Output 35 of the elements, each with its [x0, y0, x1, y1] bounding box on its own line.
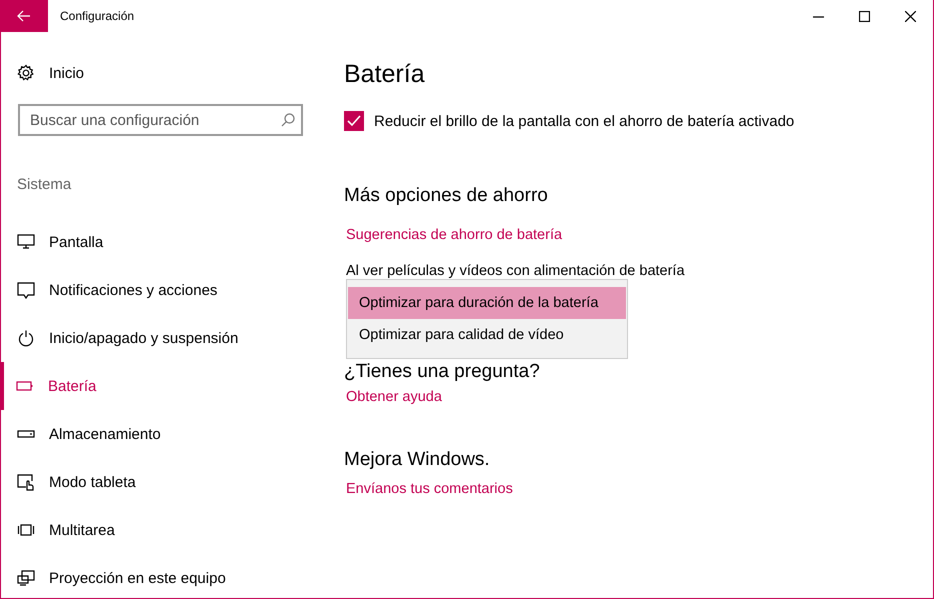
section-heading: Más opciones de ahorro: [344, 185, 549, 207]
home-link[interactable]: Inicio: [1, 63, 331, 83]
link[interactable]: Envíanos tus comentarios: [346, 481, 513, 497]
sidebar-item[interactable]: Inicio/apagado y suspensión: [1, 314, 331, 362]
speech-bubble-icon: [17, 281, 35, 299]
page-title: Batería: [344, 60, 426, 89]
section-heading: ¿Tienes una pregunta?: [344, 361, 541, 383]
checkmark-icon: [347, 115, 361, 127]
dropdown-label: Al ver películas y vídeos con alimentación de batería: [346, 263, 686, 279]
power-icon: [17, 329, 35, 347]
search-field[interactable]: Buscar una configuración: [18, 104, 303, 136]
checkbox-label: Reducir el brillo de la pantalla con el ahorro de batería activado: [374, 112, 794, 130]
tablet-touch-icon: [17, 473, 35, 491]
search-icon: [281, 113, 295, 127]
section-heading: Mejora Windows.: [344, 449, 491, 471]
display-icon: [17, 233, 35, 251]
checkbox[interactable]: [344, 111, 364, 131]
sidebar-item[interactable]: Notificaciones y acciones: [1, 266, 331, 314]
sidebar-item[interactable]: Almacenamiento: [1, 410, 331, 458]
dropdown-option[interactable]: Optimizar para calidad de vídeo: [348, 319, 626, 351]
sidebar-item[interactable]: Multitarea: [1, 506, 331, 554]
sidebar-item[interactable]: Pantalla: [1, 218, 331, 266]
close-icon: [904, 10, 916, 22]
projector-screen-icon: [17, 569, 35, 587]
sidebar-item[interactable]: Proyección en este equipo: [1, 554, 331, 599]
section-label: Sistema: [16, 176, 72, 195]
back-arrow-icon: [17, 10, 31, 22]
link[interactable]: Sugerencias de ahorro de batería: [346, 227, 562, 243]
maximize-icon: [858, 10, 870, 22]
settings-icon: [17, 64, 35, 82]
dropdown-option[interactable]: Optimizar para duración de la batería: [348, 287, 626, 319]
window-title: Configuración: [60, 9, 134, 23]
sidebar-item[interactable]: Batería: [0, 362, 331, 410]
link[interactable]: Obtener ayuda: [346, 389, 442, 405]
sidebar-item[interactable]: Modo tableta: [1, 458, 331, 506]
